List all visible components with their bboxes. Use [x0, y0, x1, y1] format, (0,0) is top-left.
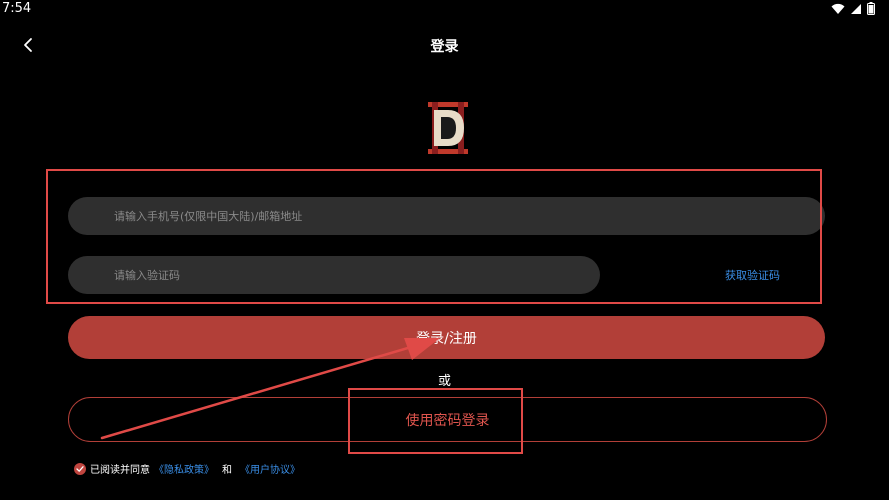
agreement-and: 和 [222, 465, 232, 476]
privacy-policy-link[interactable]: 《隐私政策》 [154, 461, 214, 476]
login-register-button[interactable]: 登录/注册 [68, 316, 825, 359]
phone-email-input[interactable] [68, 197, 825, 235]
signal-icon [850, 3, 862, 15]
verification-code-input[interactable] [68, 256, 600, 294]
status-icons [831, 2, 875, 15]
agreement-checkbox[interactable] [74, 462, 86, 475]
page-title: 登录 [430, 39, 459, 55]
app-logo-icon [424, 100, 472, 156]
password-login-button[interactable]: 使用密码登录 [68, 397, 827, 442]
agreement-row: 已阅读并同意 《隐私政策》 和 《用户协议》 [74, 461, 300, 476]
wifi-icon [831, 3, 845, 15]
agreement-prefix: 已阅读并同意 [90, 465, 150, 476]
user-agreement-link[interactable]: 《用户协议》 [240, 461, 300, 476]
check-icon [76, 465, 84, 472]
battery-icon [867, 2, 875, 15]
status-time: 7:54 [2, 1, 32, 16]
get-code-link[interactable]: 获取验证码 [725, 267, 780, 283]
login-screen: 7:54 登录 获取验证码 登录/注册 或 [0, 0, 889, 500]
or-divider-text: 或 [437, 374, 451, 389]
